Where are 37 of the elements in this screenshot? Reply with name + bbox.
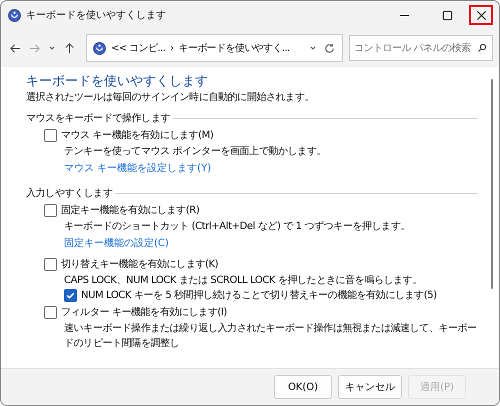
search-icon xyxy=(477,43,487,53)
checkbox[interactable] xyxy=(44,129,57,142)
breadcrumb-item[interactable]: << コンピ... xyxy=(111,41,166,55)
up-icon[interactable] xyxy=(63,42,76,54)
checkbox[interactable] xyxy=(44,258,57,271)
dialog-button[interactable]: キャンセル xyxy=(338,375,402,399)
checkbox-label[interactable]: フィルター キー機能を有効にします(I) xyxy=(61,305,227,320)
description-text: CAPS LOCK、NUM LOCK または SCROLL LOCK を押したときに音を鳴らします。 xyxy=(64,274,423,288)
refresh-icon[interactable] xyxy=(323,42,336,54)
settings-link[interactable]: 固定キー機能の設定(C) xyxy=(64,238,169,249)
control-panel-icon xyxy=(93,42,106,54)
section-title: マウスをキーボードで操作します xyxy=(26,112,170,126)
window-title: キーボードを使いやすくします xyxy=(26,9,166,22)
description-text: テンキーを使ってマウス ポインターを画面上で動かします。 xyxy=(64,144,327,159)
checkbox-label[interactable]: NUM LOCK キーを 5 秒間押し続けることで切り替えキーの機能を有効にします(5) xyxy=(81,288,437,303)
checkbox-label[interactable]: 切り替えキー機能を有効にします(K) xyxy=(61,257,218,272)
app-icon xyxy=(8,8,21,22)
maximize-icon[interactable] xyxy=(442,10,453,20)
dialog-button[interactable]: OK(O) xyxy=(274,375,332,399)
close-icon xyxy=(476,10,486,20)
settings-link[interactable]: マウス キー機能を設定します(Y) xyxy=(64,163,212,174)
page-subtitle: 選択されたツールは毎回のサインイン時に自動的に開始されます。 xyxy=(26,90,316,105)
description-text: キーボードのショートカット (Ctrl+Alt+Del など) で 1 つずつキーを押します。 xyxy=(64,220,411,234)
checkbox[interactable] xyxy=(64,289,77,302)
checkbox[interactable] xyxy=(44,204,57,217)
breadcrumb-item[interactable]: キーボードを使いやすく... xyxy=(178,41,290,55)
description-text: 速いキーボード操作または繰り返し入力されたキーボード操作は無視または減速して、キーボードのリピート間隔を調整し xyxy=(64,322,478,351)
checkbox[interactable] xyxy=(44,306,57,319)
search-field[interactable]: コントロール パネルの検索 xyxy=(349,35,493,61)
checkbox-label[interactable]: 固定キー機能を有効にします(R) xyxy=(61,203,200,218)
close-button[interactable] xyxy=(469,5,493,25)
address-bar[interactable]: << コンピ... › キーボードを使いやすく... xyxy=(86,34,343,62)
back-icon[interactable] xyxy=(9,42,22,54)
section-title: 入力しやすくします xyxy=(26,186,112,201)
breadcrumb-item[interactable]: › xyxy=(170,42,174,54)
page-heading: キーボードを使いやすくします xyxy=(26,73,209,90)
checkbox-label[interactable]: マウス キー機能を有効にします(M) xyxy=(61,128,214,143)
